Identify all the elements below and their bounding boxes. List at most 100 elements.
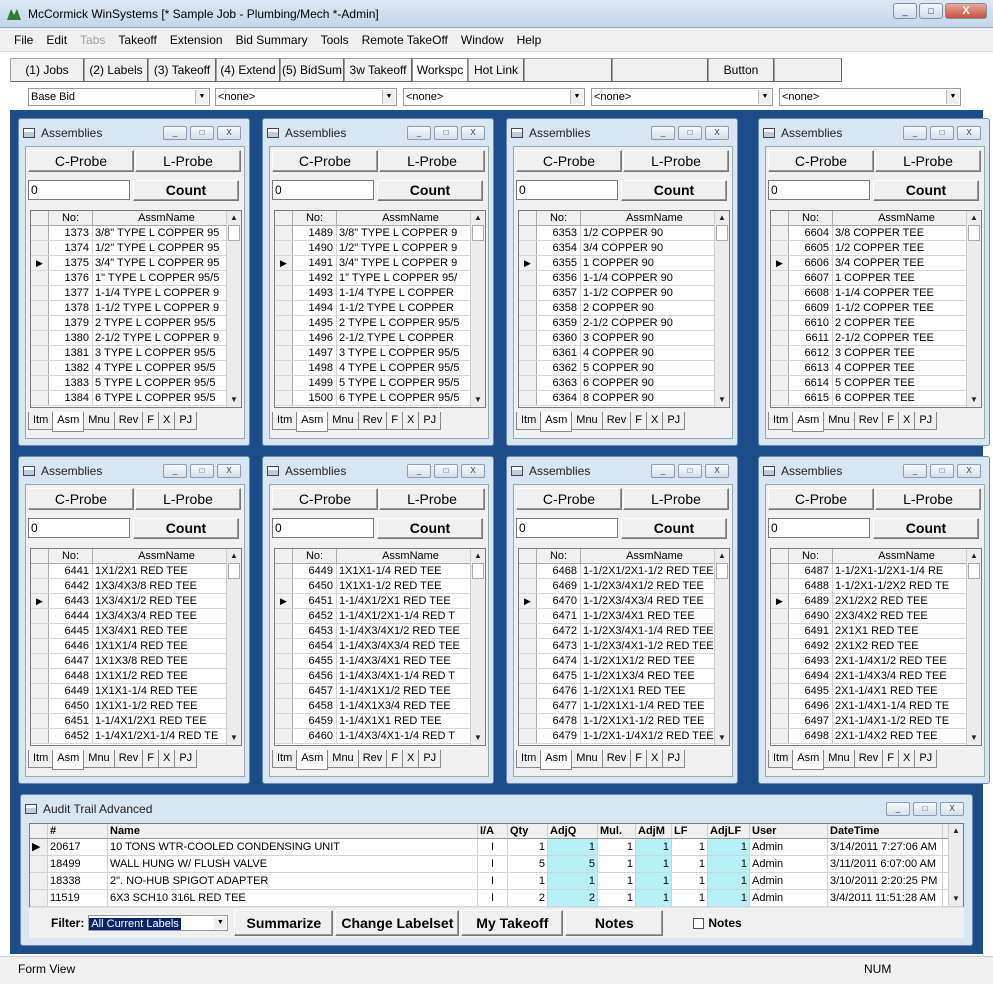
table-row[interactable]: ▶ 6489 2X1/2X2 RED TEE	[771, 594, 981, 609]
table-row[interactable]: 1495 2 TYPE L COPPER 95/5	[275, 316, 485, 331]
notes-checkbox[interactable]	[693, 917, 705, 929]
table-row[interactable]: 6609 1-1/2 COPPER TEE	[771, 301, 981, 316]
table-row[interactable]: 1496 2-1/2 TYPE L COPPER	[275, 331, 485, 346]
table-row[interactable]: ▶ 1491 3/4" TYPE L COPPER 9	[275, 256, 485, 271]
assemblies-grid[interactable]: No: AssmName 6604 3/8 COPPER TEE 6605 1/2 COP…	[770, 210, 982, 408]
count-button[interactable]: Count	[133, 518, 239, 539]
table-row[interactable]: 6494 2X1-1/4X3/4 RED TEE	[771, 669, 981, 684]
table-row[interactable]: ▶ 1375 3/4" TYPE L COPPER 95	[31, 256, 241, 271]
table-row[interactable]: 1498 4 TYPE L COPPER 95/5	[275, 361, 485, 376]
tab-rev[interactable]: Rev	[113, 412, 144, 430]
table-row[interactable]: 6357 1-1/2 COPPER 90	[519, 286, 729, 301]
minimize-button[interactable]: _	[407, 464, 431, 478]
table-row[interactable]: 6356 1-1/4 COPPER 90	[519, 271, 729, 286]
table-row[interactable]: 6479 1-1/2X1-1/4X1/2 RED TEE	[519, 729, 729, 744]
tab-itm[interactable]: Itm	[768, 750, 794, 768]
tab-mnu[interactable]: Mnu	[327, 412, 359, 430]
minimize-button[interactable]: _	[163, 464, 187, 478]
scroll-down-icon[interactable]: ▼	[227, 731, 241, 745]
tab-pj[interactable]: PJ	[662, 412, 686, 430]
table-row[interactable]: 6456 1-1/4X3/4X1-1/4 RED T	[275, 669, 485, 684]
count-button[interactable]: Count	[377, 518, 483, 539]
tab-pj[interactable]: PJ	[662, 750, 686, 768]
table-row[interactable]: 6453 1-1/4X3/4X1/2 RED TEE	[275, 624, 485, 639]
filter-select[interactable]: All Current Labels ▼	[88, 915, 229, 931]
c-probe-button[interactable]: C-Probe	[768, 488, 874, 510]
table-row[interactable]: 6353 1/2 COPPER 90	[519, 226, 729, 241]
c-probe-button[interactable]: C-Probe	[516, 488, 622, 510]
my-takeoff-button[interactable]: My Takeoff	[461, 910, 564, 936]
table-row[interactable]: 6449 1X1X1-1/4 RED TEE	[275, 564, 485, 579]
tab-mnu[interactable]: Mnu	[327, 750, 359, 768]
vertical-scrollbar[interactable]: ▲ ▼	[226, 211, 241, 407]
table-row[interactable]: ▶ 6451 1-1/4X1/2X1 RED TEE	[275, 594, 485, 609]
tab-f[interactable]: F	[882, 750, 899, 768]
scroll-down-icon[interactable]: ▼	[471, 393, 485, 407]
table-row[interactable]: 6495 2X1-1/4X1 RED TEE	[771, 684, 981, 699]
tab-itm[interactable]: Itm	[272, 412, 298, 430]
scroll-up-icon[interactable]: ▲	[227, 549, 241, 563]
tab-asm[interactable]: Asm	[792, 412, 825, 432]
tab-rev[interactable]: Rev	[853, 412, 884, 430]
close-button[interactable]: X	[705, 464, 729, 478]
close-button[interactable]: X	[957, 126, 981, 140]
count-input[interactable]: 0	[272, 180, 374, 200]
table-row[interactable]: 6454 1-1/4X3/4X3/4 RED TEE	[275, 639, 485, 654]
tab-pj[interactable]: PJ	[174, 412, 198, 430]
toolbar-button-9[interactable]	[524, 58, 612, 82]
scroll-down-icon[interactable]: ▼	[715, 731, 729, 745]
scroll-thumb[interactable]	[716, 225, 728, 241]
table-row[interactable]: 6447 1X1X3/8 RED TEE	[31, 654, 241, 669]
toolbar-button-5[interactable]: (5) BidSum	[280, 58, 344, 82]
table-row[interactable]: 1380 2-1/2 TYPE L COPPER 9	[31, 331, 241, 346]
table-row[interactable]: 6364 8 COPPER 90	[519, 391, 729, 406]
vertical-scrollbar[interactable]: ▲ ▼	[470, 211, 485, 407]
maximize-button[interactable]: □	[919, 3, 943, 19]
table-row[interactable]: 1384 6 TYPE L COPPER 95/5	[31, 391, 241, 406]
maximize-button[interactable]: □	[434, 464, 458, 478]
scroll-up-icon[interactable]: ▲	[227, 211, 241, 225]
close-button[interactable]: X	[940, 802, 964, 816]
close-button[interactable]: X	[945, 3, 987, 19]
table-row[interactable]: 6448 1X1X1/2 RED TEE	[31, 669, 241, 684]
menu-bid-summary[interactable]: Bid Summary	[236, 33, 308, 47]
tab-x[interactable]: X	[897, 750, 916, 768]
l-probe-button[interactable]: L-Probe	[135, 150, 241, 172]
vertical-scrollbar[interactable]: ▲ ▼	[226, 549, 241, 745]
scroll-down-icon[interactable]: ▼	[949, 892, 963, 906]
tab-mnu[interactable]: Mnu	[571, 412, 603, 430]
toolbar-button-6[interactable]: 3w Takeoff	[344, 58, 412, 82]
count-button[interactable]: Count	[133, 180, 239, 201]
scroll-down-icon[interactable]: ▼	[967, 393, 981, 407]
maximize-button[interactable]: □	[913, 802, 937, 816]
scroll-up-icon[interactable]: ▲	[967, 549, 981, 563]
table-row[interactable]: 1377 1-1/4 TYPE L COPPER 9	[31, 286, 241, 301]
table-row[interactable]: 6492 2X1X2 RED TEE	[771, 639, 981, 654]
table-row[interactable]: 6458 1-1/4X1X3/4 RED TEE	[275, 699, 485, 714]
vertical-scrollbar[interactable]: ▲ ▼	[714, 549, 729, 745]
minimize-button[interactable]: _	[886, 802, 910, 816]
maximize-button[interactable]: □	[678, 126, 702, 140]
c-probe-button[interactable]: C-Probe	[28, 488, 134, 510]
l-probe-button[interactable]: L-Probe	[379, 488, 485, 510]
scroll-up-icon[interactable]: ▲	[471, 549, 485, 563]
table-row[interactable]: 6457 1-1/4X1X1/2 RED TEE	[275, 684, 485, 699]
scroll-thumb[interactable]	[968, 563, 980, 579]
scroll-thumb[interactable]	[228, 225, 240, 241]
table-row[interactable]: ▶ 20617 10 TONS WTR-COOLED CONDENSING UNIT…	[30, 839, 963, 856]
count-input[interactable]: 0	[768, 518, 870, 538]
l-probe-button[interactable]: L-Probe	[875, 150, 981, 172]
table-row[interactable]: 6452 1-1/4X1/2X1-1/4 RED T	[275, 609, 485, 624]
table-row[interactable]: 6359 2-1/2 COPPER 90	[519, 316, 729, 331]
assemblies-grid[interactable]: No: AssmName 6353 1/2 COPPER 90 6354 3/4 COPP…	[518, 210, 730, 408]
vertical-scrollbar[interactable]: ▲ ▼	[948, 824, 963, 906]
menu-window[interactable]: Window	[461, 33, 504, 47]
toolbar-button-7[interactable]: Workspc	[412, 58, 468, 82]
tab-x[interactable]: X	[897, 412, 916, 430]
maximize-button[interactable]: □	[930, 126, 954, 140]
menu-edit[interactable]: Edit	[46, 33, 67, 47]
toolbar-button-2[interactable]: (2) Labels	[84, 58, 148, 82]
tab-rev[interactable]: Rev	[601, 750, 632, 768]
table-row[interactable]: 1378 1-1/2 TYPE L COPPER 9	[31, 301, 241, 316]
scroll-thumb[interactable]	[472, 225, 484, 241]
